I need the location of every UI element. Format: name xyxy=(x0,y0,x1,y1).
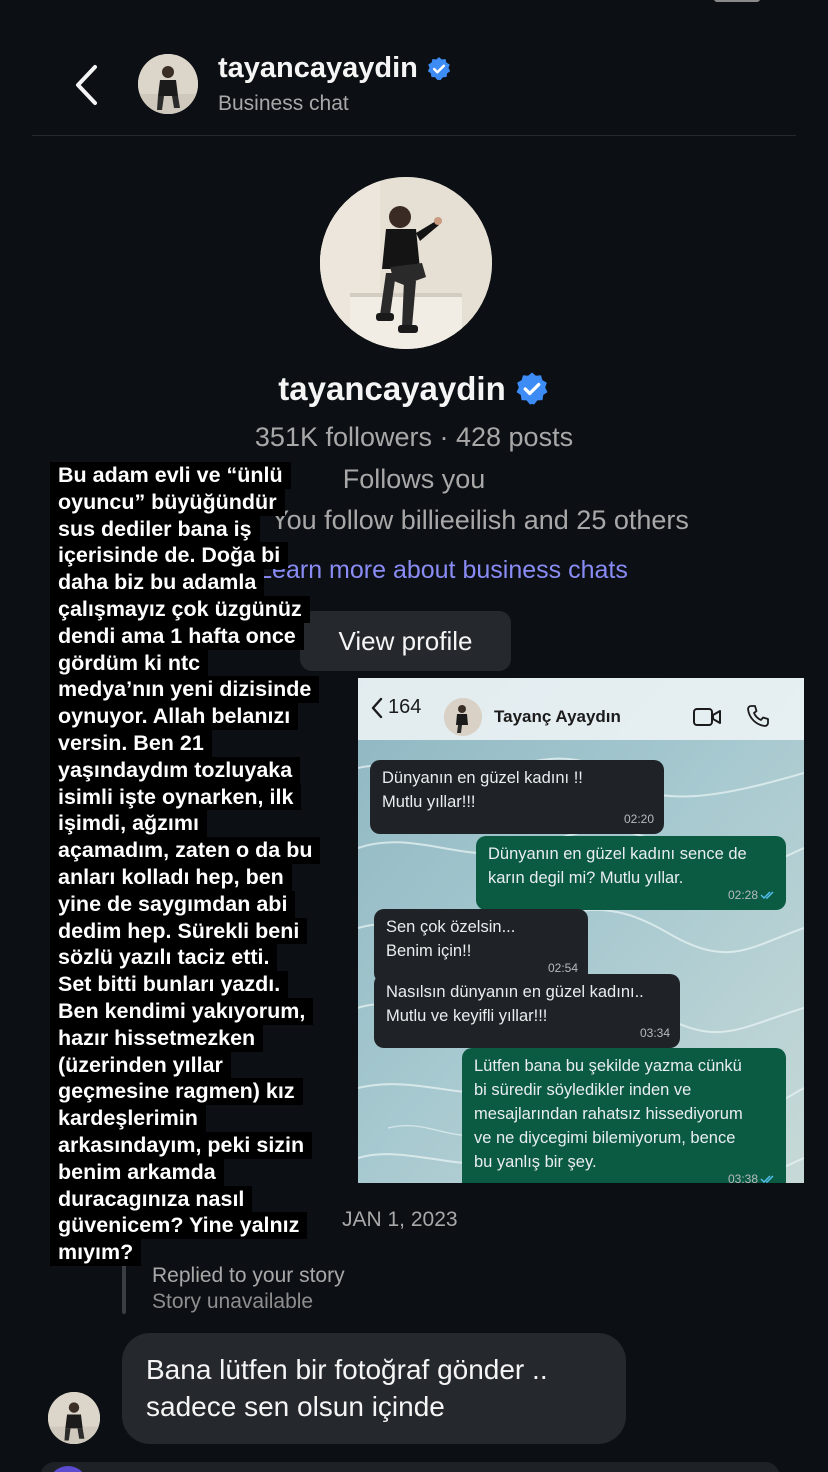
story-overlay-line: dedim hep. Sürekli beni xyxy=(50,917,308,945)
story-overlay-line: açamadım, zaten o da bu xyxy=(50,837,321,864)
back-chevron-icon xyxy=(76,65,97,105)
back-chevron-icon xyxy=(371,697,383,718)
whatsapp-message-incoming: Dünyanın en güzel kadını !! Mutlu yıllar… xyxy=(370,760,664,834)
story-overlay-line: versin. Ben 21 xyxy=(50,729,212,757)
whatsapp-message-line: Dünyanın en güzel kadını !! xyxy=(382,769,583,787)
whatsapp-header: 164 Tayanç Ayaydın xyxy=(358,678,804,740)
whatsapp-unread-count: 164 xyxy=(388,696,422,718)
whatsapp-message-outgoing: Dünyanın en güzel kadını sence de karın … xyxy=(476,836,786,910)
story-overlay-line: hazır hissetmezken xyxy=(50,1024,264,1052)
message-line: Bana lütfen bir fotoğraf gönder .. xyxy=(146,1354,548,1385)
story-overlay-line: mıyım? xyxy=(50,1239,142,1266)
whatsapp-screenshot: 164 Tayanç Ayaydın Dünyanın en güzel kad… xyxy=(358,678,804,1183)
whatsapp-message-line: Dünyanın en güzel kadını sence de xyxy=(488,845,747,863)
whatsapp-message-line: Lütfen bana bu şekilde yazma cünkü xyxy=(474,1057,742,1075)
person-photo-icon xyxy=(444,698,482,736)
story-reply-bar xyxy=(122,1258,126,1314)
battery-indicator xyxy=(714,0,760,2)
person-photo-icon xyxy=(138,54,198,114)
header-username-row[interactable]: tayancayaydin xyxy=(218,52,452,85)
whatsapp-message-time: 02:20 xyxy=(623,812,654,826)
story-unavailable-label: Story unavailable xyxy=(152,1290,314,1313)
story-overlay-line: (üzerinden yıllar xyxy=(50,1051,231,1079)
profile-username-row: tayancayaydin xyxy=(0,370,828,408)
whatsapp-message-line: Mutlu yıllar!!! xyxy=(382,793,476,811)
story-overlay-line: dendi ama 1 hafta once xyxy=(50,622,304,650)
whatsapp-contact-name: Tayanç Ayaydın xyxy=(494,707,621,726)
verified-badge-icon xyxy=(427,56,451,80)
story-overlay-line: yine de saygımdan abi xyxy=(50,890,296,918)
whatsapp-message-line: mesajlarından rahatsız hissediyorum xyxy=(474,1105,743,1123)
verified-badge-icon xyxy=(516,372,548,405)
story-overlay-line: kardeşlerimin xyxy=(50,1105,206,1132)
story-overlay-line: geçmesine ragmen) kız xyxy=(50,1078,303,1106)
story-overlay-line: duracagınıza nasıl xyxy=(50,1185,253,1213)
message-composer[interactable] xyxy=(40,1462,780,1472)
story-overlay-line: isimli işte oynarken, ilk xyxy=(50,783,302,811)
video-call-icon xyxy=(693,708,721,726)
story-overlay-line: yaşındaydım tozluyaka xyxy=(50,756,301,784)
story-overlay-line: arkasındayım, peki sizin xyxy=(50,1131,313,1159)
person-photo-icon xyxy=(320,177,492,349)
whatsapp-message-line: Sen çok özelsin... xyxy=(386,918,516,936)
story-overlay-line: çalışmayız çok üzgünüz xyxy=(50,595,310,623)
whatsapp-message-incoming: Sen çok özelsin... Benim için!! 02:54 xyxy=(374,909,588,983)
whatsapp-message-line: ve ne diycegimi bilemiyorum, bence xyxy=(474,1129,736,1147)
header-divider xyxy=(32,135,796,136)
profile-avatar[interactable] xyxy=(320,177,492,349)
double-check-icon xyxy=(760,891,774,900)
story-overlay-line: sus dediler bana iş xyxy=(50,515,260,543)
header-username: tayancayaydin xyxy=(218,52,418,84)
story-overlay-text: Bu adam evli ve “ünlü oyuncu” büyüğündür s… xyxy=(50,462,350,1266)
whatsapp-message-time: 03:34 xyxy=(639,1026,670,1040)
story-overlay-line: benim arkamda xyxy=(50,1158,224,1186)
story-overlay-line: işimdi, ağzımı xyxy=(50,810,207,838)
message-line: sadece sen olsun içinde xyxy=(146,1391,445,1422)
story-overlay-line: Bu adam evli ve “ünlü xyxy=(50,462,291,489)
story-overlay-line: sözlü yazılı taciz etti. xyxy=(50,944,278,972)
header-avatar[interactable] xyxy=(138,54,198,114)
date-separator: JAN 1, 2023 xyxy=(342,1208,458,1231)
story-overlay-line: gördüm ki ntc xyxy=(50,649,209,677)
story-replied-label: Replied to your story xyxy=(152,1264,345,1287)
story-overlay-line: içerisinde de. Doğa bi xyxy=(50,542,289,570)
header-subtitle: Business chat xyxy=(218,92,349,115)
double-check-icon xyxy=(760,1175,774,1183)
story-overlay-line: Set bitti bunları yazdı. xyxy=(50,971,289,998)
back-button[interactable] xyxy=(66,60,106,110)
whatsapp-message-line: Nasılsın dünyanın en güzel kadını.. xyxy=(386,983,644,1001)
whatsapp-message-line: bi süredir söyledikler inden ve xyxy=(474,1081,692,1099)
phone-call-icon xyxy=(747,705,769,727)
story-overlay-line: oynuyor. Allah belanızı xyxy=(50,703,299,730)
whatsapp-message-line: Mutlu ve keyifli yıllar!!! xyxy=(386,1007,548,1025)
whatsapp-message-time: 03:38 xyxy=(728,1167,776,1183)
whatsapp-message-incoming: Nasılsın dünyanın en güzel kadını.. Mutl… xyxy=(374,974,680,1048)
story-overlay-line: daha biz bu adamla xyxy=(50,569,265,596)
whatsapp-message-outgoing: Lütfen bana bu şekilde yazma cünkü bi sü… xyxy=(462,1048,786,1183)
message-bubble[interactable]: Bana lütfen bir fotoğraf gönder .. sadec… xyxy=(122,1333,626,1444)
whatsapp-message-time: 02:28 xyxy=(728,883,776,907)
profile-stats: 351K followers · 428 posts xyxy=(254,422,574,452)
sender-avatar[interactable] xyxy=(48,1392,100,1444)
story-overlay-line: güvenicem? Yine yalnız xyxy=(50,1212,308,1240)
person-photo-icon xyxy=(48,1392,100,1444)
story-overlay-line: medya’nın yeni dizisinde xyxy=(50,676,320,704)
whatsapp-back-button: 164 xyxy=(370,696,421,719)
profile-username: tayancayaydin xyxy=(278,370,506,407)
story-overlay-line: Ben kendimi yakıyorum, xyxy=(50,997,314,1025)
story-overlay-line: oyuncu” büyüğündür xyxy=(50,488,285,516)
whatsapp-contact-avatar xyxy=(444,698,482,736)
story-overlay-line: anları kolladı hep, ben xyxy=(50,863,292,891)
